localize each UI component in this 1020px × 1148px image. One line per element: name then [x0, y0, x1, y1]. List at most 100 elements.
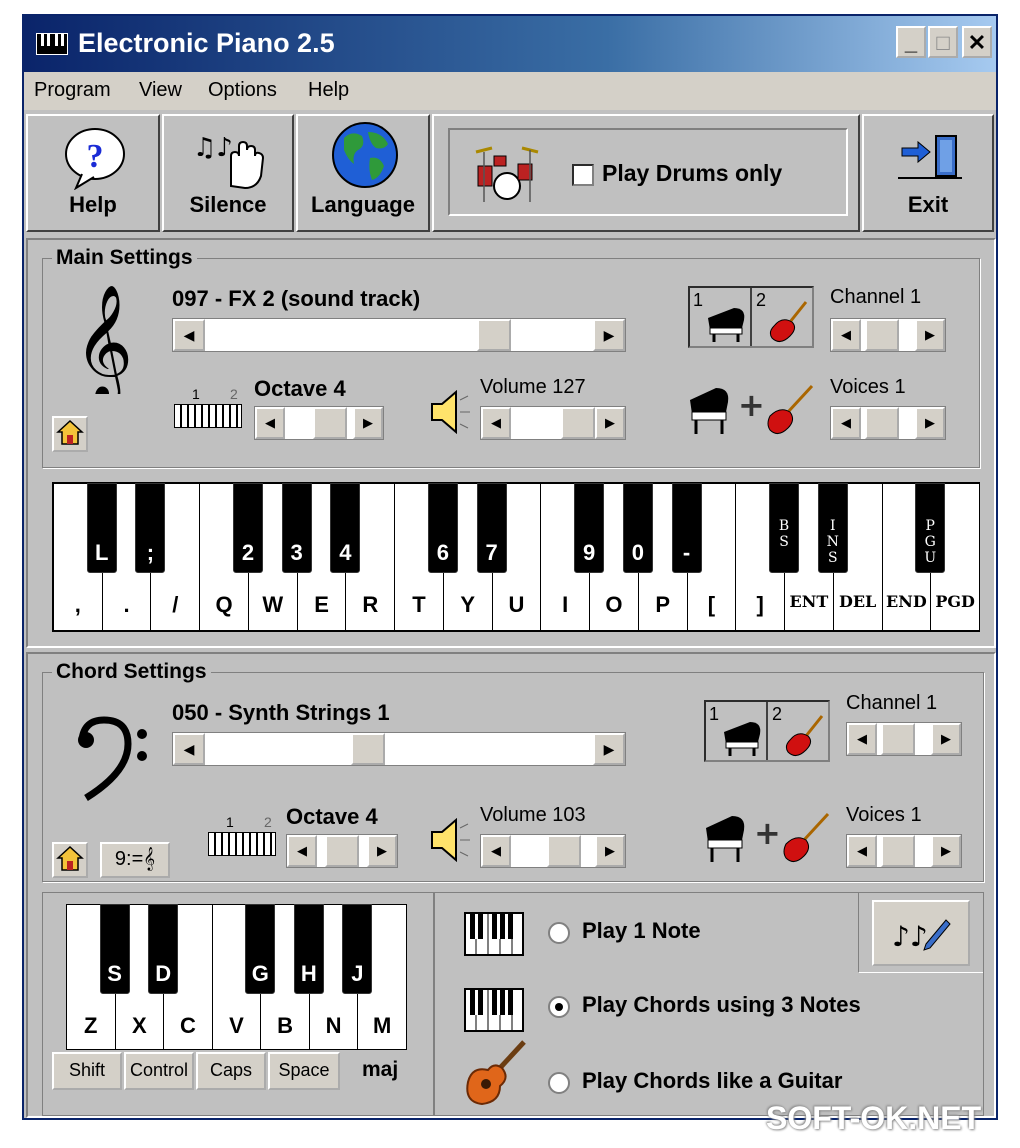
- black-key[interactable]: 2: [232, 483, 263, 573]
- main-voices-stepper[interactable]: ◀ ▶: [830, 406, 946, 440]
- stepper-thumb[interactable]: [865, 407, 899, 439]
- main-home-button[interactable]: [52, 416, 88, 452]
- stepper-thumb[interactable]: [325, 835, 359, 867]
- maximize-button[interactable]: □: [928, 26, 958, 58]
- mode-1-label: 1: [709, 704, 720, 724]
- main-channel-stepper[interactable]: ◀ ▶: [830, 318, 946, 352]
- slider-left-arrow[interactable]: ◀: [481, 835, 511, 867]
- close-button[interactable]: ✕: [962, 26, 992, 58]
- stepper-left-arrow[interactable]: ◀: [847, 835, 877, 867]
- slider-right-arrow[interactable]: ▶: [595, 407, 625, 439]
- black-key[interactable]: B S: [769, 483, 800, 573]
- slider-left-arrow[interactable]: ◀: [173, 319, 205, 351]
- home-icon: [56, 845, 84, 871]
- black-key[interactable]: L: [86, 483, 117, 573]
- control-key[interactable]: Control: [124, 1052, 194, 1090]
- slider-thumb[interactable]: [561, 407, 595, 439]
- black-key[interactable]: 3: [281, 483, 312, 573]
- chord-keyboard: ZXCVBNMSDGHJ: [66, 904, 407, 1050]
- slider-right-arrow[interactable]: ▶: [595, 835, 625, 867]
- black-key[interactable]: S: [99, 904, 130, 994]
- main-mode-selector[interactable]: 1 2: [688, 286, 814, 348]
- slider-left-arrow[interactable]: ◀: [481, 407, 511, 439]
- clef-swap-button[interactable]: 9:=𝄞: [100, 842, 170, 878]
- slider-left-arrow[interactable]: ◀: [173, 733, 205, 765]
- title-bar[interactable]: Electronic Piano 2.5 _ □ ✕: [24, 16, 996, 72]
- stepper-left-arrow[interactable]: ◀: [831, 319, 861, 351]
- octave-scale-2: 2: [264, 814, 272, 830]
- slider-right-arrow[interactable]: ▶: [593, 319, 625, 351]
- stepper-thumb[interactable]: [881, 723, 915, 755]
- menu-options[interactable]: Options: [208, 79, 277, 102]
- black-key[interactable]: 6: [427, 483, 458, 573]
- black-key[interactable]: J: [342, 904, 373, 994]
- exit-button[interactable]: Exit: [862, 114, 994, 232]
- caps-key[interactable]: Caps: [196, 1052, 266, 1090]
- bass-clef-icon: [78, 716, 147, 801]
- menu-bar: Program View Options Help: [24, 72, 996, 110]
- stepper-left-arrow[interactable]: ◀: [255, 407, 285, 439]
- stepper-right-arrow[interactable]: ▶: [915, 319, 945, 351]
- chord-instrument-slider[interactable]: ◀ ▶: [172, 732, 626, 766]
- acoustic-guitar-icon: [466, 1040, 526, 1106]
- black-key[interactable]: D: [148, 904, 179, 994]
- menu-help[interactable]: Help: [308, 79, 349, 102]
- help-button[interactable]: ? Help: [26, 114, 160, 232]
- chord-instrument-name: 050 - Synth Strings 1: [172, 700, 390, 725]
- main-octave-label: Octave 4: [254, 376, 346, 401]
- menu-view[interactable]: View: [139, 79, 182, 102]
- chord-editor-button[interactable]: ♪♪: [872, 900, 970, 966]
- stepper-thumb[interactable]: [313, 407, 347, 439]
- language-button[interactable]: Language: [296, 114, 430, 232]
- space-key[interactable]: Space: [268, 1052, 340, 1090]
- chord-voices-stepper[interactable]: ◀ ▶: [846, 834, 962, 868]
- drums-only-checkbox[interactable]: [572, 164, 594, 186]
- black-key[interactable]: 4: [330, 483, 361, 573]
- stepper-right-arrow[interactable]: ▶: [931, 723, 961, 755]
- black-key[interactable]: G: [245, 904, 276, 994]
- stepper-left-arrow[interactable]: ◀: [287, 835, 317, 867]
- chord-home-button[interactable]: [52, 842, 88, 878]
- window-title: Electronic Piano 2.5: [78, 28, 335, 58]
- black-key[interactable]: -: [671, 483, 702, 573]
- play-chords-3-notes-radio[interactable]: [548, 996, 570, 1018]
- play-chords-guitar-radio[interactable]: [548, 1072, 570, 1094]
- main-volume-slider[interactable]: ◀ ▶: [480, 406, 626, 440]
- shift-key[interactable]: Shift: [52, 1052, 122, 1090]
- main-octave-stepper[interactable]: ◀ ▶: [254, 406, 384, 440]
- black-key[interactable]: ;: [135, 483, 166, 573]
- black-key[interactable]: 7: [476, 483, 507, 573]
- stepper-right-arrow[interactable]: ▶: [915, 407, 945, 439]
- piano-app-icon: [36, 33, 68, 55]
- black-key[interactable]: 0: [622, 483, 653, 573]
- slider-right-arrow[interactable]: ▶: [593, 733, 625, 765]
- stepper-right-arrow[interactable]: ▶: [353, 407, 383, 439]
- slider-thumb[interactable]: [477, 319, 511, 351]
- black-key[interactable]: I N S: [817, 483, 848, 573]
- globe-icon: [332, 122, 398, 188]
- black-key[interactable]: P G U: [915, 483, 946, 573]
- black-key[interactable]: H: [293, 904, 324, 994]
- stepper-thumb[interactable]: [881, 835, 915, 867]
- stepper-left-arrow[interactable]: ◀: [847, 723, 877, 755]
- watermark: SOFT-OK.NET: [766, 1100, 982, 1136]
- stepper-right-arrow[interactable]: ▶: [367, 835, 397, 867]
- minimize-button[interactable]: _: [896, 26, 926, 58]
- chord-octave-stepper[interactable]: ◀ ▶: [286, 834, 398, 868]
- slider-thumb[interactable]: [547, 835, 581, 867]
- slider-thumb[interactable]: [351, 733, 385, 765]
- stepper-left-arrow[interactable]: ◀: [831, 407, 861, 439]
- chord-volume-slider[interactable]: ◀ ▶: [480, 834, 626, 868]
- stepper-thumb[interactable]: [865, 319, 899, 351]
- chord-channel-stepper[interactable]: ◀ ▶: [846, 722, 962, 756]
- play-one-note-radio[interactable]: [548, 922, 570, 944]
- main-instrument-slider[interactable]: ◀ ▶: [172, 318, 626, 352]
- stepper-right-arrow[interactable]: ▶: [931, 835, 961, 867]
- menu-program[interactable]: Program: [34, 79, 111, 102]
- chord-mode-selector[interactable]: 1 2: [704, 700, 830, 762]
- octave-keyboard-icon: 1 2: [208, 814, 276, 856]
- black-key[interactable]: 9: [574, 483, 605, 573]
- chord-settings-title: Chord Settings: [52, 660, 211, 684]
- silence-button[interactable]: ♫♪ Silence: [162, 114, 294, 232]
- chord-voices-label: Voices 1: [846, 804, 922, 826]
